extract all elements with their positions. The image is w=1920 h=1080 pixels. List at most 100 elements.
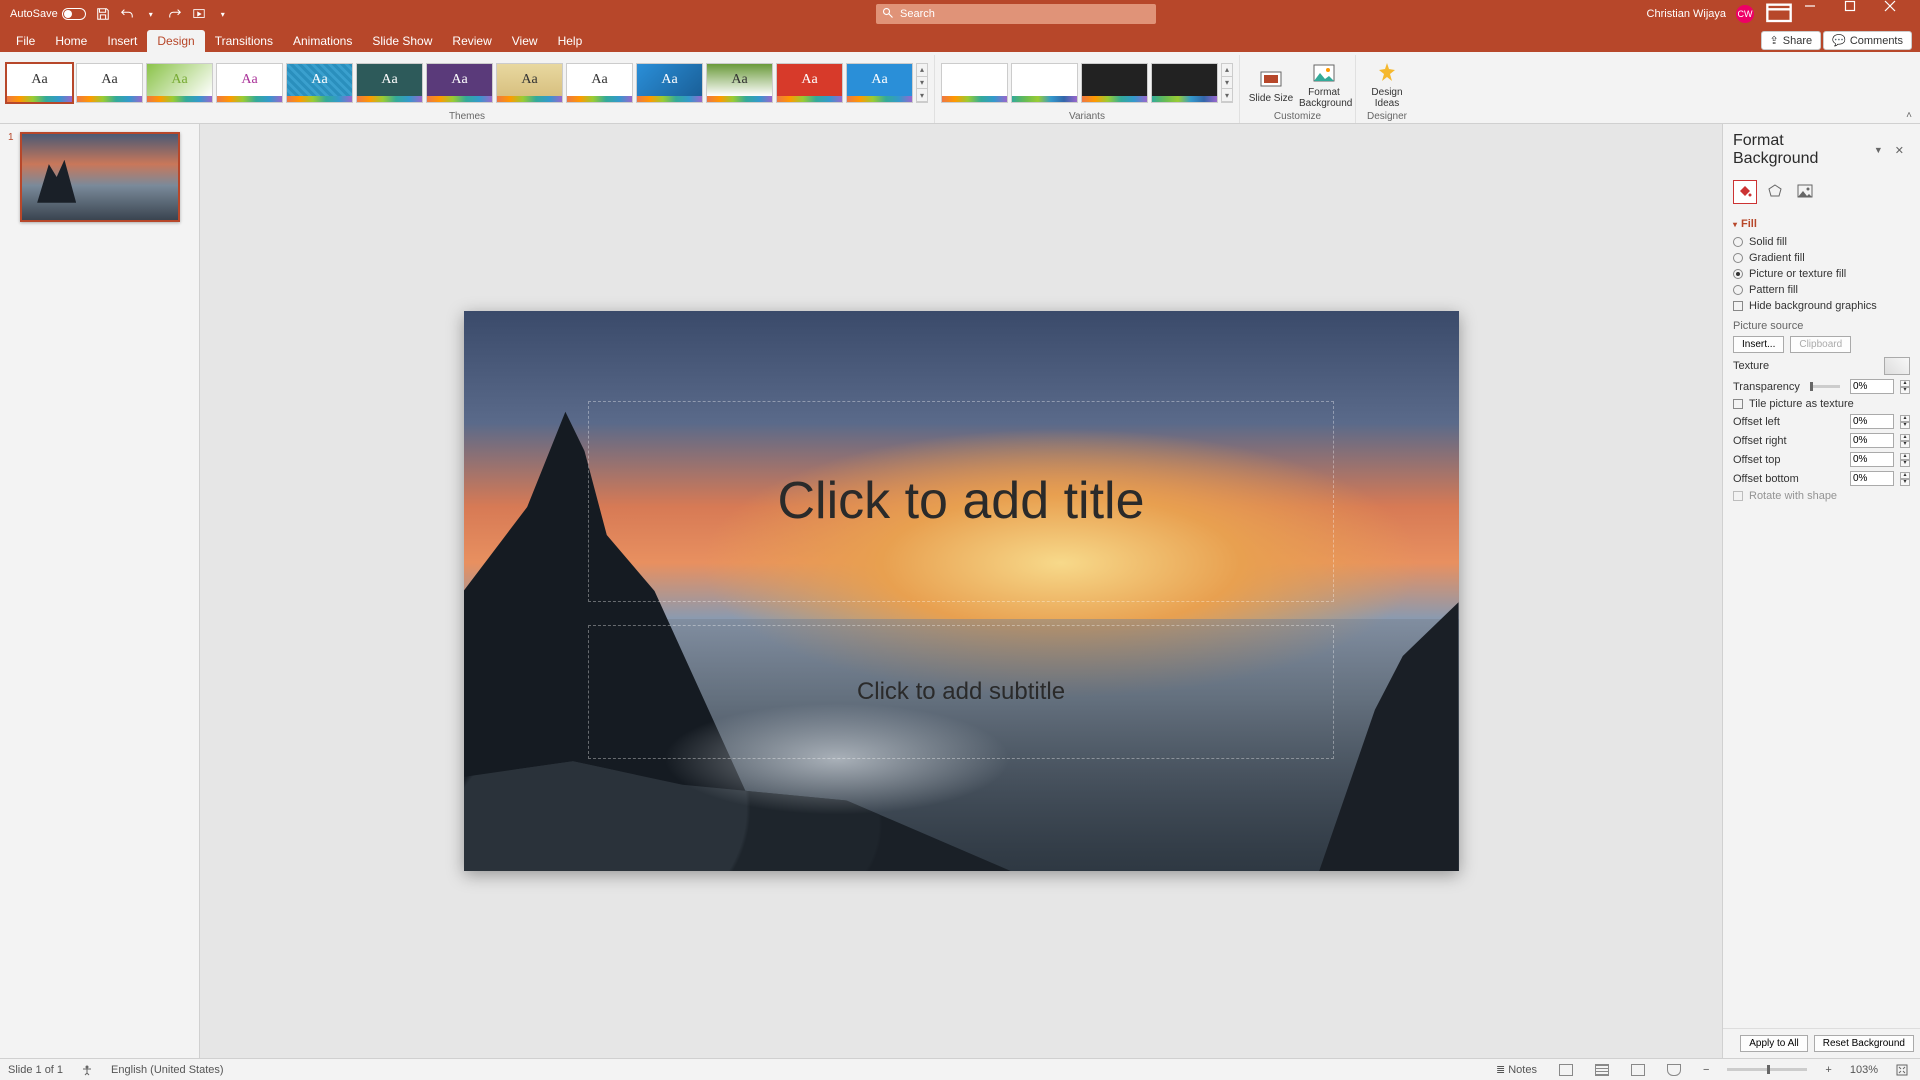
slide-sorter-button[interactable] (1591, 1064, 1613, 1076)
apply-to-all-button[interactable]: Apply to All (1740, 1035, 1807, 1052)
hide-bg-checkbox[interactable] (1733, 301, 1743, 311)
pattern-fill-radio[interactable] (1733, 285, 1743, 295)
gradient-fill-label[interactable]: Gradient fill (1749, 252, 1910, 264)
transparency-slider[interactable] (1810, 385, 1840, 388)
slideshow-view-button[interactable] (1663, 1064, 1685, 1076)
notes-button[interactable]: ≣Notes (1492, 1063, 1541, 1076)
start-from-beginning-icon[interactable] (192, 7, 206, 21)
subtitle-placeholder[interactable]: Click to add subtitle (588, 625, 1334, 759)
theme-thumbnail[interactable]: Aa (76, 63, 143, 103)
variant-thumbnail[interactable] (1151, 63, 1218, 103)
format-background-button[interactable]: Format Background (1299, 57, 1349, 109)
variant-thumbnail[interactable] (1011, 63, 1078, 103)
hide-bg-label[interactable]: Hide background graphics (1749, 300, 1910, 312)
tile-label[interactable]: Tile picture as texture (1749, 398, 1910, 410)
redo-icon[interactable] (168, 7, 182, 21)
picture-tab[interactable] (1793, 180, 1817, 204)
comments-button[interactable]: 💬Comments (1823, 31, 1912, 50)
solid-fill-label[interactable]: Solid fill (1749, 236, 1910, 248)
zoom-out-button[interactable]: − (1699, 1064, 1713, 1076)
zoom-slider[interactable] (1727, 1068, 1807, 1071)
pane-options-dropdown-icon[interactable]: ▼ (1868, 145, 1889, 155)
undo-icon[interactable] (120, 7, 134, 21)
transparency-input[interactable] (1850, 379, 1894, 394)
slide-size-button[interactable]: Slide Size (1246, 63, 1296, 104)
tab-animations[interactable]: Animations (283, 30, 362, 52)
fill-tab[interactable] (1733, 180, 1757, 204)
texture-dropdown[interactable] (1884, 357, 1910, 375)
fit-to-window-button[interactable] (1892, 1064, 1912, 1076)
language-status[interactable]: English (United States) (111, 1064, 224, 1076)
insert-picture-button[interactable]: Insert... (1733, 336, 1784, 353)
qat-customize-icon[interactable]: ▾ (216, 7, 230, 21)
normal-view-button[interactable] (1555, 1064, 1577, 1076)
reading-view-button[interactable] (1627, 1064, 1649, 1076)
offset-top-input[interactable] (1850, 452, 1894, 467)
tab-review[interactable]: Review (442, 30, 501, 52)
offset-right-spinner[interactable]: ▴▾ (1900, 434, 1910, 448)
effects-tab[interactable] (1763, 180, 1787, 204)
tab-slide-show[interactable]: Slide Show (362, 30, 442, 52)
theme-thumbnail[interactable]: Aa (706, 63, 773, 103)
theme-thumbnail[interactable]: Aa (496, 63, 563, 103)
theme-thumbnail[interactable]: Aa (426, 63, 493, 103)
themes-more-button[interactable]: ▴▾▾ (916, 63, 928, 103)
accessibility-icon[interactable] (77, 1064, 97, 1076)
offset-bottom-spinner[interactable]: ▴▾ (1900, 472, 1910, 486)
user-name[interactable]: Christian Wijaya (1647, 8, 1726, 20)
offset-bottom-input[interactable] (1850, 471, 1894, 486)
pattern-fill-label[interactable]: Pattern fill (1749, 284, 1910, 296)
theme-thumbnail[interactable]: Aa (636, 63, 703, 103)
slide-thumbnail[interactable] (20, 132, 180, 222)
slide-counter[interactable]: Slide 1 of 1 (8, 1064, 63, 1076)
pane-close-icon[interactable]: ✕ (1889, 142, 1910, 159)
collapse-ribbon-icon[interactable]: ˄ (1906, 110, 1912, 121)
theme-thumbnail[interactable]: Aa (356, 63, 423, 103)
offset-top-spinner[interactable]: ▴▾ (1900, 453, 1910, 467)
slide-canvas[interactable]: Click to add title Click to add subtitle (464, 311, 1459, 871)
ribbon-display-options-icon[interactable] (1764, 0, 1794, 28)
offset-right-input[interactable] (1850, 433, 1894, 448)
variant-thumbnail[interactable] (1081, 63, 1148, 103)
reset-background-button[interactable]: Reset Background (1814, 1035, 1914, 1052)
minimize-button[interactable] (1804, 0, 1834, 28)
tab-view[interactable]: View (502, 30, 548, 52)
save-icon[interactable] (96, 7, 110, 21)
transparency-spinner[interactable]: ▴▾ (1900, 380, 1910, 394)
search-input[interactable] (900, 8, 1150, 20)
offset-left-input[interactable] (1850, 414, 1894, 429)
gradient-fill-radio[interactable] (1733, 253, 1743, 263)
theme-thumbnail[interactable]: Aa (286, 63, 353, 103)
user-avatar[interactable]: CW (1736, 5, 1754, 23)
theme-thumbnail[interactable]: Aa (776, 63, 843, 103)
fill-section-header[interactable]: ▾Fill (1733, 214, 1910, 234)
title-placeholder[interactable]: Click to add title (588, 401, 1334, 603)
undo-dropdown-icon[interactable]: ▾ (144, 7, 158, 21)
theme-thumbnail[interactable]: Aa (846, 63, 913, 103)
variant-thumbnail[interactable] (941, 63, 1008, 103)
theme-thumbnail[interactable]: Aa (216, 63, 283, 103)
zoom-level[interactable]: 103% (1850, 1064, 1878, 1076)
design-ideas-button[interactable]: Design Ideas (1362, 57, 1412, 109)
tab-home[interactable]: Home (45, 30, 97, 52)
offset-left-spinner[interactable]: ▴▾ (1900, 415, 1910, 429)
theme-thumbnail[interactable]: Aa (566, 63, 633, 103)
tab-design[interactable]: Design (147, 30, 204, 52)
tab-insert[interactable]: Insert (97, 30, 147, 52)
search-box[interactable] (876, 4, 1156, 24)
autosave-toggle[interactable]: AutoSave (10, 8, 86, 20)
theme-thumbnail[interactable]: Aa (146, 63, 213, 103)
close-button[interactable] (1884, 0, 1914, 28)
theme-thumbnail[interactable]: Aa (6, 63, 73, 103)
tab-file[interactable]: File (6, 30, 45, 52)
share-button[interactable]: ⇪Share (1761, 31, 1822, 50)
slide-editor[interactable]: Click to add title Click to add subtitle (200, 124, 1722, 1058)
tab-transitions[interactable]: Transitions (205, 30, 283, 52)
zoom-in-button[interactable]: + (1821, 1064, 1835, 1076)
solid-fill-radio[interactable] (1733, 237, 1743, 247)
picture-fill-label[interactable]: Picture or texture fill (1749, 268, 1910, 280)
tile-checkbox[interactable] (1733, 399, 1743, 409)
picture-fill-radio[interactable] (1733, 269, 1743, 279)
variants-more-button[interactable]: ▴▾▾ (1221, 63, 1233, 103)
maximize-button[interactable] (1844, 0, 1874, 28)
